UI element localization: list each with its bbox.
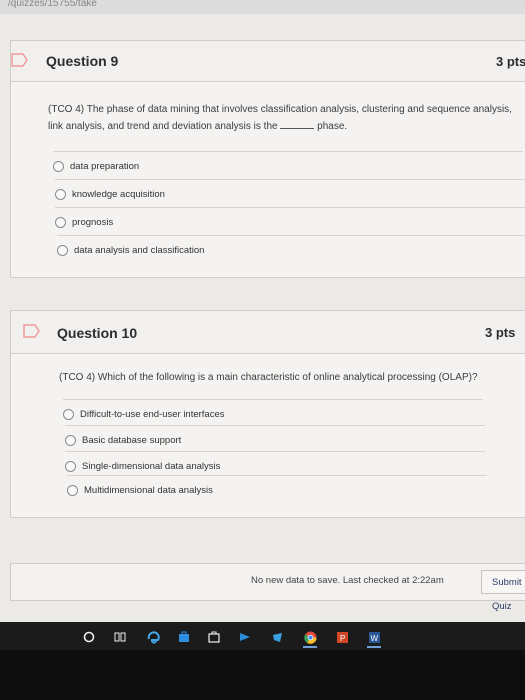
answer-label: data analysis and classification — [74, 244, 205, 256]
answer-label: Multidimensional data analysis — [84, 484, 213, 496]
chrome-icon[interactable] — [303, 630, 317, 644]
question-10-card: Question 10 3 pts (TCO 4) Which of the f… — [10, 310, 525, 518]
radio-button[interactable] — [55, 188, 66, 200]
radio-button[interactable] — [67, 484, 78, 496]
question-text: (TCO 4) Which of the following is a main… — [59, 372, 478, 383]
browser-url-strip: /quizzes/15755/take — [0, 0, 525, 14]
mail-icon[interactable] — [238, 630, 252, 644]
radio-button[interactable] — [57, 244, 68, 256]
flag-question-icon[interactable] — [23, 324, 41, 338]
radio-button[interactable] — [65, 434, 76, 446]
radio-button[interactable] — [65, 460, 76, 472]
answer-label: data preparation — [70, 160, 140, 172]
word-active-indicator — [367, 646, 381, 648]
answer-option[interactable]: Multidimensional data analysis — [67, 475, 487, 504]
edge-icon[interactable] — [146, 630, 160, 644]
word-icon[interactable]: W — [367, 630, 381, 644]
answer-label: Basic database support — [82, 434, 182, 446]
radio-button[interactable] — [63, 408, 74, 420]
flag-question-icon[interactable] — [11, 53, 29, 67]
answer-option[interactable]: Basic database support — [65, 425, 485, 454]
question-9-header: Question 9 3 pts — [11, 41, 525, 82]
chrome-active-indicator — [303, 646, 317, 648]
briefcase-icon[interactable] — [207, 630, 221, 644]
question-points: 3 pts — [496, 54, 525, 69]
question-text-after: phase. — [317, 121, 348, 132]
question-text: (TCO 4) The phase of data mining that in… — [48, 101, 518, 135]
answer-label: Difficult-to-use end-user interfaces — [80, 408, 225, 420]
answer-label: prognosis — [72, 216, 114, 228]
powerpoint-icon[interactable]: P — [335, 630, 349, 644]
question-title: Question 10 — [57, 325, 138, 341]
radio-button[interactable] — [55, 216, 66, 228]
game-icon[interactable] — [270, 630, 284, 644]
answer-label: knowledge acquisition — [72, 188, 165, 200]
answer-option[interactable]: knowledge acquisition — [55, 179, 525, 208]
question-points: 3 pts — [485, 325, 516, 340]
svg-text:W: W — [370, 634, 378, 643]
radio-button[interactable] — [53, 160, 64, 172]
search-icon[interactable] — [82, 630, 96, 644]
task-view-icon[interactable] — [113, 630, 127, 644]
url-fragment: /quizzes/15755/take — [8, 0, 97, 9]
submit-quiz-button[interactable]: Submit Quiz — [481, 570, 525, 612]
monitor-bezel — [0, 650, 525, 700]
question-9-card: Question 9 3 pts (TCO 4) The phase of da… — [10, 40, 525, 278]
answer-option[interactable]: data preparation — [53, 151, 523, 180]
answer-label: Single-dimensional data analysis — [82, 460, 221, 472]
question-title: Question 9 — [46, 53, 119, 69]
store-icon[interactable] — [177, 630, 191, 644]
quiz-footer: No new data to save. Last checked at 2:2… — [10, 563, 525, 612]
answer-option[interactable]: Difficult-to-use end-user interfaces — [63, 399, 483, 428]
answer-option[interactable]: prognosis — [55, 207, 525, 236]
answer-option[interactable]: data analysis and classification — [57, 235, 525, 264]
question-10-header: Question 10 3 pts — [11, 311, 525, 354]
save-status: No new data to save. Last checked at 2:2… — [251, 575, 444, 586]
answer-blank — [280, 119, 315, 129]
svg-text:P: P — [340, 634, 345, 643]
